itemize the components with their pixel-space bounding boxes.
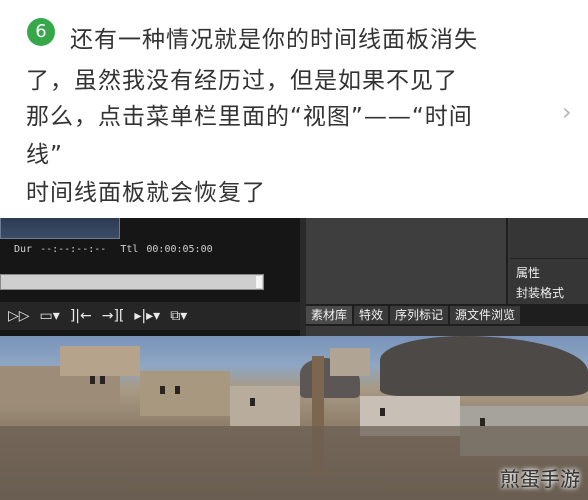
chevron-right-icon[interactable]: › (562, 100, 576, 124)
set-out-icon[interactable]: →][ (102, 309, 125, 323)
dur-value: --:--:--:-- (40, 244, 107, 255)
article-text: 6 还有一种情况就是你的时间线面板消失 了，虽然我没有经历过，但是如果不见了 那… (0, 0, 588, 218)
preview-panel: Dur --:--:--:-- Ttl 00:00:05:00 ▷▷ ▭▾ ]|← … (0, 218, 300, 336)
monitor-icon[interactable]: ▭▾ (40, 309, 60, 323)
ttl-value: 00:00:05:00 (146, 244, 213, 255)
set-in-icon[interactable]: ]|← (70, 309, 92, 323)
ttl-label: Ttl (120, 244, 139, 255)
fast-forward-icon[interactable]: ▷▷ (8, 309, 30, 323)
tab-source-browser[interactable]: 源文件浏览 (450, 306, 521, 324)
scrubber-bar[interactable] (0, 274, 264, 290)
format-label: 封装格式 (516, 286, 565, 300)
tab-effects[interactable]: 特效 (354, 306, 389, 324)
tab-sequence-markers[interactable]: 序列标记 (390, 306, 449, 324)
divider (510, 258, 588, 259)
article-line-4: 线” (26, 142, 63, 168)
article-line-1: 还有一种情况就是你的时间线面板消失 (70, 27, 478, 53)
snapshot-icon[interactable]: ⧉▾ (170, 309, 187, 323)
article-line-5: 时间线面板就会恢复了 (26, 180, 266, 206)
dur-label: Dur (14, 244, 33, 255)
split-icon[interactable]: ▸|▸▾ (134, 309, 160, 323)
editor-screenshot: Dur --:--:--:-- Ttl 00:00:05:00 ▷▷ ▭▾ ]|← … (0, 218, 588, 500)
tab-library[interactable]: 素材库 (306, 306, 353, 324)
timecode-row: Dur --:--:--:-- Ttl 00:00:05:00 (14, 244, 221, 255)
watermark: 煎蛋手游 (500, 467, 580, 491)
properties-pane: 属性 封装格式 (510, 218, 588, 304)
step-badge: 6 (27, 18, 55, 46)
article-line-3: 那么，点击菜单栏里面的“视图”——“时间 (26, 104, 473, 130)
preview-frame (0, 218, 120, 239)
scrubber-handle[interactable] (256, 276, 262, 288)
panel-tabs: 素材库 特效 序列标记 源文件浏览 (306, 304, 588, 326)
attr-label: 属性 (516, 266, 541, 280)
library-panel: 属性 封装格式 素材库 特效 序列标记 源文件浏览 (306, 218, 588, 336)
library-area (306, 218, 508, 304)
transport-toolbar: ▷▷ ▭▾ ]|← →][ ▸|▸▾ ⧉▾ (0, 302, 300, 330)
article-line-2: 了，虽然我没有经历过，但是如果不见了 (26, 68, 458, 94)
